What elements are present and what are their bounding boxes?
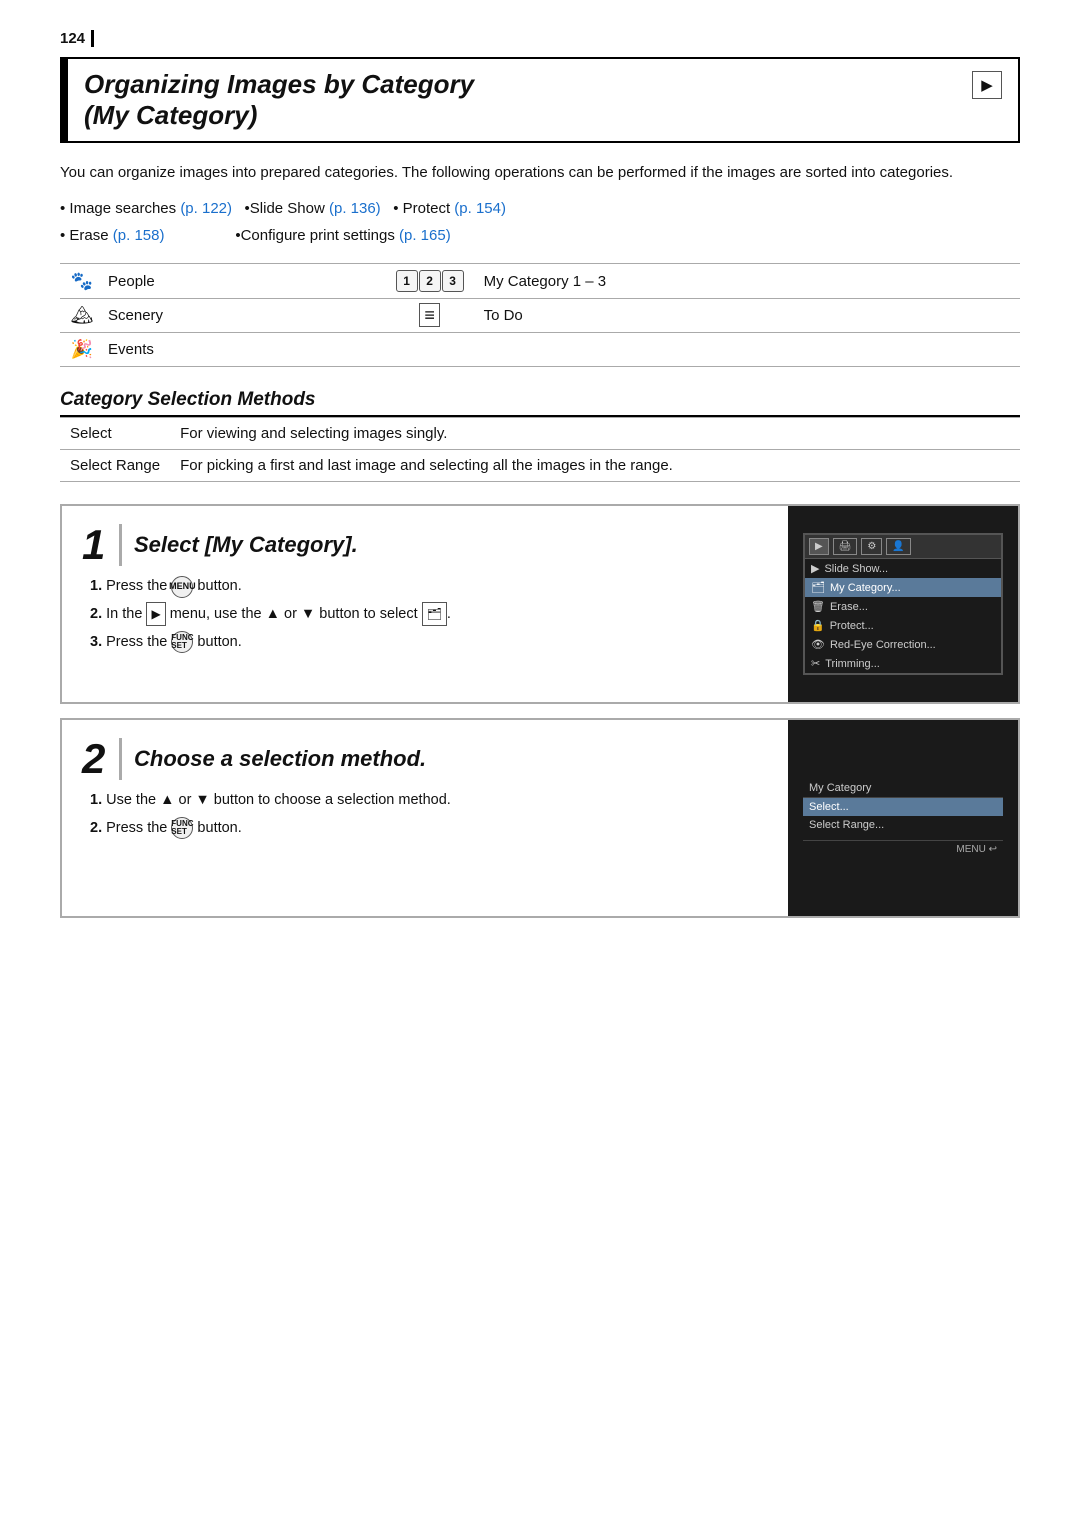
screen-row-slideshow: ▶ Slide Show...: [805, 559, 1001, 578]
screen-tab-settings: ⚙: [861, 538, 882, 555]
link-p165: (p. 165): [399, 227, 451, 244]
playback-menu-icon: ▶: [146, 602, 165, 626]
screen-row-trimming: ✂ Trimming...: [805, 654, 1001, 673]
step-2-inst-2: 2. Press the FUNCSET button.: [90, 816, 768, 841]
screen-row-mycategory: 🗂 My Category...: [805, 578, 1001, 597]
step-2-number: 2: [82, 738, 122, 780]
link-p122: (p. 122): [180, 200, 232, 217]
step-1-inst-3: 3. Press the FUNCSET button.: [90, 630, 768, 655]
intro-bullets: • Image searches (p. 122) •Slide Show (p…: [60, 195, 1020, 249]
step-1-number: 1: [82, 524, 122, 566]
method-name-range: Select Range: [60, 450, 170, 482]
step-2-left: 2 Choose a selection method. 1. Use the …: [62, 720, 788, 916]
screen-tabs-1: ▶ 🖨 ⚙ 👤: [805, 535, 1001, 559]
page-number: 124: [60, 30, 94, 47]
cat-icon-people: 🐾: [60, 264, 98, 299]
screen-tab-print: 🖨: [833, 538, 858, 555]
cat-label-todo: To Do: [474, 299, 1020, 333]
step-1-header: 1 Select [My Category].: [82, 524, 768, 566]
bullet-2: • Erase (p. 158) •Configure print settin…: [60, 222, 1020, 249]
step-2-screen: My Category Select... Select Range... ME…: [788, 720, 1018, 916]
cat-todo-icon: ≡: [386, 299, 474, 333]
intro-paragraph: You can organize images into prepared ca…: [60, 161, 1020, 185]
screen2-row-select: Select...: [803, 798, 1003, 816]
screen-row-redeye: 👁 Red-Eye Correction...: [805, 635, 1001, 654]
screen-row-protect: 🔒 Protect...: [805, 616, 1001, 635]
screen-tab-person: 👤: [886, 538, 910, 555]
screen-tab-playback: ▶: [809, 538, 829, 555]
bullet-1: • Image searches (p. 122) •Slide Show (p…: [60, 195, 1020, 222]
method-desc-select: For viewing and selecting images singly.: [170, 418, 1020, 450]
section-title-methods: Category Selection Methods: [60, 389, 1020, 417]
method-row-range: Select Range For picking a first and las…: [60, 450, 1020, 482]
step-1-screen: ▶ 🖨 ⚙ 👤 ▶ Slide Show... 🗂 My Category...…: [788, 506, 1018, 702]
screen2-menu-bottom: MENU ↩: [803, 840, 1003, 858]
step-1-inst-1: 1. Press the MENU button.: [90, 574, 768, 599]
category-table: 🐾 People 1 2 3 My Category 1 – 3 🏔 Scene…: [60, 263, 1020, 367]
method-row-select: Select For viewing and selecting images …: [60, 418, 1020, 450]
screen2-title: My Category: [803, 779, 1003, 798]
step-1-inst-2: 2. In the ▶ menu, use the ▲ or ▼ button …: [90, 602, 768, 627]
step-2-header: 2 Choose a selection method.: [82, 738, 768, 780]
cat-label-events: Events: [98, 333, 386, 367]
menu-button-icon: MENU: [171, 576, 193, 598]
screen-mockup-1: ▶ 🖨 ⚙ 👤 ▶ Slide Show... 🗂 My Category...…: [803, 533, 1003, 675]
func-set-button-2-icon: FUNCSET: [171, 817, 193, 839]
method-desc-range: For picking a first and last image and s…: [170, 450, 1020, 482]
cat-label-scenery: Scenery: [98, 299, 386, 333]
cat-label-people: People: [98, 264, 386, 299]
step-2-instructions: 1. Use the ▲ or ▼ button to choose a sel…: [82, 788, 768, 840]
step-1-box: 1 Select [My Category]. 1. Press the MEN…: [60, 504, 1020, 704]
link-p158: (p. 158): [113, 227, 165, 244]
playback-icon: ▶: [972, 71, 1002, 99]
step-2-inst-1: 1. Use the ▲ or ▼ button to choose a sel…: [90, 788, 768, 813]
cat-icon-events: 🎉: [60, 333, 98, 367]
methods-table: Select For viewing and selecting images …: [60, 417, 1020, 482]
screen2-row-range: Select Range...: [803, 816, 1003, 834]
title-box: Organizing Images by Category (My Catego…: [60, 57, 1020, 143]
method-name-select: Select: [60, 418, 170, 450]
step-2-box: 2 Choose a selection method. 1. Use the …: [60, 718, 1020, 918]
cat-num-icons: 1 2 3: [386, 264, 474, 299]
cat-icon-scenery: 🏔: [60, 299, 98, 333]
mycategory-select-icon: 🗂: [422, 602, 447, 626]
page-title: Organizing Images by Category (My Catego…: [84, 69, 474, 131]
step-1-left: 1 Select [My Category]. 1. Press the MEN…: [62, 506, 788, 702]
screen-mockup-2: My Category Select... Select Range... ME…: [803, 779, 1003, 858]
step-1-heading: Select [My Category].: [134, 532, 358, 558]
link-p136: (p. 136): [329, 200, 381, 217]
link-p154: (p. 154): [454, 200, 506, 217]
screen-row-erase: 🗑 Erase...: [805, 597, 1001, 616]
step-1-instructions: 1. Press the MENU button. 2. In the ▶ me…: [82, 574, 768, 654]
step-2-heading: Choose a selection method.: [134, 746, 426, 772]
cat-label-mycategory: My Category 1 – 3: [474, 264, 1020, 299]
func-set-button-icon: FUNCSET: [171, 631, 193, 653]
